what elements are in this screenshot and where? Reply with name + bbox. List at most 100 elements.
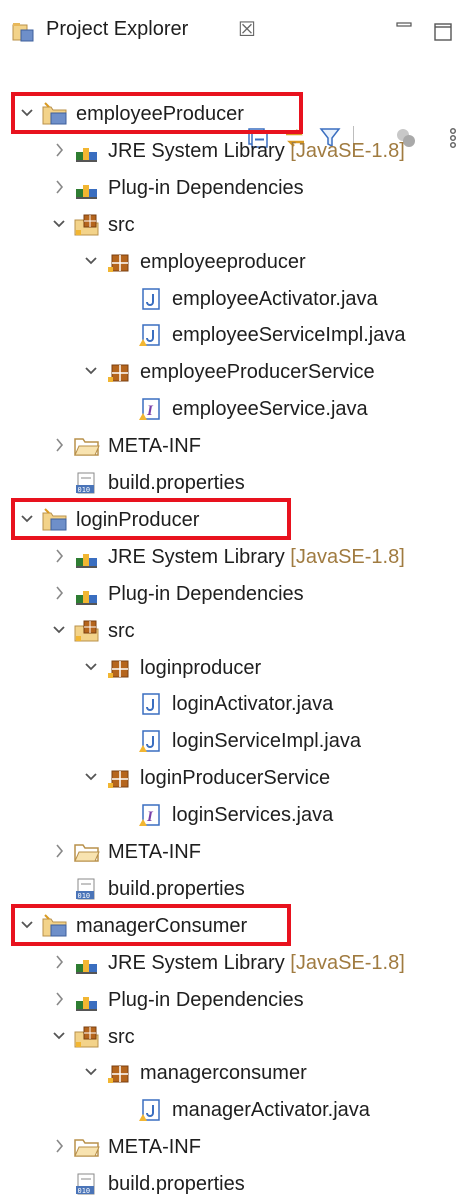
tree-label: JRE System Library [JavaSE-1.8]	[108, 951, 405, 975]
tree-label: loginActivator.java	[172, 692, 333, 716]
package-icon	[106, 249, 132, 275]
tree-item-employeeservice-java[interactable]: IemployeeService.java	[0, 391, 471, 427]
view-title[interactable]: Project Explorer	[46, 18, 188, 41]
chevron-down-icon[interactable]	[52, 622, 66, 638]
tree-item-label: loginServices.java	[172, 804, 334, 826]
tree-item-plug-in-dependencies[interactable]: Plug-in Dependencies	[0, 576, 471, 612]
tree-item-label: META-INF	[108, 841, 201, 863]
tree-item-employeeproducer[interactable]: employeeproducer	[0, 244, 471, 280]
tree-item-src[interactable]: src	[0, 613, 471, 649]
source-folder-icon	[74, 618, 100, 644]
tree-item-build-properties[interactable]: 010 build.properties	[0, 465, 471, 501]
tree-item-managerconsumer[interactable]: managerconsumer	[0, 1055, 471, 1091]
tree-item-loginproducerservice[interactable]: loginProducerService	[0, 760, 471, 796]
tree-item-loginservices-java[interactable]: IloginServices.java	[0, 797, 471, 833]
tree-item-build-properties[interactable]: 010 build.properties	[0, 871, 471, 907]
chevron-down-icon[interactable]	[52, 216, 66, 232]
tree-label: src	[108, 619, 135, 643]
chevron-right-icon[interactable]	[52, 1138, 66, 1154]
project-node-loginproducer[interactable]: loginProducer	[0, 502, 471, 538]
tree-item-src[interactable]: src	[0, 207, 471, 243]
chevron-down-icon[interactable]	[20, 511, 34, 527]
tree-item-label: employeeproducer	[140, 251, 306, 273]
chevron-right-icon[interactable]	[52, 142, 66, 158]
chevron-down-icon[interactable]	[84, 1064, 98, 1080]
tree-item-label: build.properties	[108, 472, 245, 494]
tree-item-build-properties[interactable]: 010 build.properties	[0, 1166, 471, 1202]
tree-label: META-INF	[108, 1135, 201, 1159]
chevron-right-icon[interactable]	[52, 991, 66, 1007]
source-folder-icon	[74, 1024, 100, 1050]
tree-item-jre-system-library[interactable]: JRE System Library [JavaSE-1.8]	[0, 945, 471, 981]
chevron-down-icon[interactable]	[20, 917, 34, 933]
tree-label: employeeproducer	[140, 250, 306, 274]
chevron-down-icon[interactable]	[84, 659, 98, 675]
tree-item-label: employeeService.java	[172, 398, 368, 420]
library-icon	[74, 581, 100, 607]
tree-label: build.properties	[108, 1172, 245, 1196]
tree-label: loginproducer	[140, 656, 261, 680]
tree-item-loginactivator-java[interactable]: loginActivator.java	[0, 686, 471, 722]
tree-label: Plug-in Dependencies	[108, 176, 304, 200]
tree-label: Plug-in Dependencies	[108, 988, 304, 1012]
java-file-warning-icon	[138, 1097, 164, 1123]
tree-item-loginserviceimpl-java[interactable]: loginServiceImpl.java	[0, 723, 471, 759]
tree-item-label: JRE System Library	[108, 952, 285, 974]
tree-item-label: managerActivator.java	[172, 1099, 370, 1121]
project-node-managerconsumer[interactable]: managerConsumer	[0, 908, 471, 944]
chevron-right-icon[interactable]	[52, 179, 66, 195]
close-icon[interactable]: ☒	[238, 17, 256, 42]
tree-item-plug-in-dependencies[interactable]: Plug-in Dependencies	[0, 982, 471, 1018]
chevron-right-icon[interactable]	[52, 843, 66, 859]
chevron-down-icon[interactable]	[20, 105, 34, 121]
library-version-decoration: [JavaSE-1.8]	[284, 546, 405, 568]
chevron-down-icon[interactable]	[84, 769, 98, 785]
chevron-right-icon[interactable]	[52, 437, 66, 453]
tree-label: META-INF	[108, 840, 201, 864]
tree-item-label: build.properties	[108, 1173, 245, 1195]
view-toolbar	[0, 60, 471, 152]
folder-icon	[74, 1134, 100, 1160]
tree-item-manageractivator-java[interactable]: managerActivator.java	[0, 1092, 471, 1128]
tree-item-label: employeeServiceImpl.java	[172, 324, 406, 346]
chevron-down-icon[interactable]	[84, 363, 98, 379]
tree-item-jre-system-library[interactable]: JRE System Library [JavaSE-1.8]	[0, 133, 471, 169]
java-interface-icon: I	[138, 802, 164, 828]
tree-label: managerActivator.java	[172, 1098, 370, 1122]
minimize-icon[interactable]	[396, 18, 412, 34]
tree-item-label: Plug-in Dependencies	[108, 583, 304, 605]
tree-item-src[interactable]: src	[0, 1019, 471, 1055]
tree-item-loginproducer[interactable]: loginproducer	[0, 650, 471, 686]
properties-file-icon: 010	[74, 1171, 100, 1197]
tree-item-meta-inf[interactable]: META-INF	[0, 428, 471, 464]
tree-label: employeeService.java	[172, 397, 368, 421]
tree-label: employeeProducer	[76, 102, 244, 126]
folder-icon	[74, 839, 100, 865]
chevron-right-icon[interactable]	[52, 548, 66, 564]
tree-label: src	[108, 1025, 135, 1049]
tree-item-employeeactivator-java[interactable]: employeeActivator.java	[0, 281, 471, 317]
tree-item-employeeproducerservice[interactable]: employeeProducerService	[0, 354, 471, 390]
package-icon	[106, 765, 132, 791]
project-node-employeeproducer[interactable]: employeeProducer	[0, 96, 471, 132]
source-folder-icon	[74, 212, 100, 238]
chevron-right-icon[interactable]	[52, 585, 66, 601]
svg-text:I: I	[146, 809, 154, 825]
java-file-warning-icon	[138, 322, 164, 348]
tree-item-jre-system-library[interactable]: JRE System Library [JavaSE-1.8]	[0, 539, 471, 575]
chevron-down-icon[interactable]	[52, 1028, 66, 1044]
tree-item-meta-inf[interactable]: META-INF	[0, 1129, 471, 1165]
tree-item-employeeserviceimpl-java[interactable]: employeeServiceImpl.java	[0, 317, 471, 353]
svg-text:I: I	[146, 403, 154, 419]
maximize-icon[interactable]	[434, 23, 452, 41]
tree-item-label: src	[108, 1026, 135, 1048]
tree-label: build.properties	[108, 471, 245, 495]
tree-label: employeeActivator.java	[172, 287, 378, 311]
java-file-warning-icon	[138, 728, 164, 754]
tree-item-plug-in-dependencies[interactable]: Plug-in Dependencies	[0, 170, 471, 206]
tree-item-label: JRE System Library	[108, 546, 285, 568]
java-interface-icon: I	[138, 396, 164, 422]
chevron-down-icon[interactable]	[84, 253, 98, 269]
chevron-right-icon[interactable]	[52, 954, 66, 970]
tree-item-meta-inf[interactable]: META-INF	[0, 834, 471, 870]
